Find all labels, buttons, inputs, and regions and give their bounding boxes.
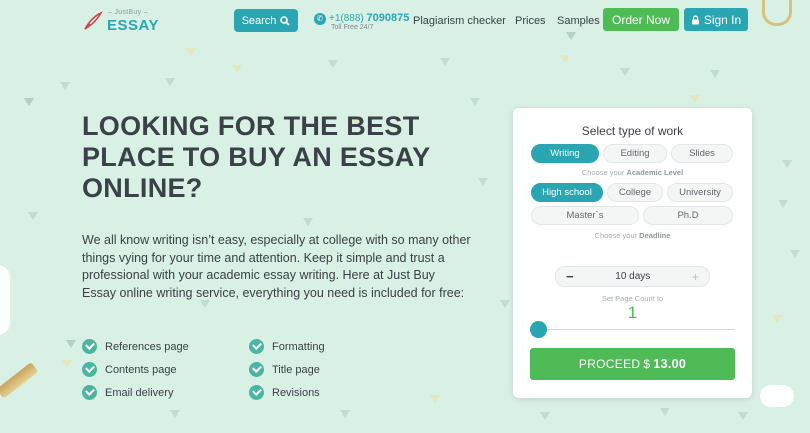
nav-plagiarism-checker[interactable]: Plagiarism checker [413,15,506,27]
feature-item: References page [82,339,189,354]
page-count-slider-handle[interactable] [530,321,547,338]
feature-item: Revisions [249,385,320,400]
feature-item: Email delivery [82,385,173,400]
level-high-school[interactable]: High school [531,183,603,202]
academic-level-hint: Choose your Academic Level [581,168,684,177]
feature-label: References page [105,340,189,353]
work-type-slides[interactable]: Slides [671,144,733,163]
nav-prices[interactable]: Prices [515,15,546,27]
check-icon [82,339,97,354]
nav-samples[interactable]: Samples [557,15,600,27]
phone-number: +1(888) 7090875 [329,12,410,24]
feature-label: Title page [272,363,320,376]
check-icon [82,385,97,400]
feature-label: Revisions [272,386,320,399]
site-logo[interactable]: – JustBuy – ESSAY [82,8,158,36]
logo-tagline: – JustBuy – [108,9,148,16]
feature-label: Formatting [272,340,325,353]
search-icon [280,15,291,26]
check-icon [249,362,264,377]
check-icon [249,385,264,400]
order-calculator-card: Select type of work Writing Editing Slid… [513,108,752,398]
level-phd[interactable]: Ph.D [643,206,733,225]
feature-label: Contents page [105,363,177,376]
page-count-value: 1 [627,303,638,322]
price-value: 13.00 [653,357,687,371]
deadline-hint: Choose your Deadline [594,231,671,240]
logo-text: ESSAY [107,17,159,34]
level-college[interactable]: College [607,183,663,202]
deadline-increase-button[interactable]: + [692,270,699,284]
sign-in-label: Sign In [703,12,742,27]
currency-symbol: $ [643,357,651,371]
check-icon [82,362,97,377]
toll-free-note: Toll Free 24/7 [331,24,374,31]
level-university[interactable]: University [667,183,733,202]
page-count-slider[interactable] [537,329,735,330]
sign-in-button[interactable]: Sign In [684,8,748,31]
order-now-button[interactable]: Order Now [603,8,679,31]
work-type-writing[interactable]: Writing [531,144,599,163]
search-button-label: Search [241,14,277,27]
phone-icon: ✆ [314,13,326,25]
card-title: Select type of work [581,124,684,138]
quill-icon [84,11,103,30]
proceed-label: PROCEED [578,357,641,371]
deadline-decrease-button[interactable]: − [566,269,574,284]
feature-item: Formatting [249,339,325,354]
lock-icon [691,14,699,24]
level-masters[interactable]: Master`s [531,206,639,225]
feature-label: Email delivery [105,386,174,399]
deadline-value: 10 days [615,271,651,282]
hero-title: LOOKING FOR THE BEST PLACE TO BUY AN ESS… [82,111,430,203]
proceed-button[interactable]: PROCEED $13.00 [530,348,735,380]
deadline-stepper: − 10 days + [555,266,710,287]
feature-item: Contents page [82,362,177,377]
site-header: – JustBuy – ESSAY Search ✆ +1(888) 70908… [0,0,810,40]
check-icon [249,339,264,354]
search-button[interactable]: Search [234,9,298,32]
hero-description: We all know writing isn’t easy, especial… [82,233,471,300]
work-type-editing[interactable]: Editing [603,144,667,163]
page-count-label: Set Page Count to [601,294,664,303]
feature-item: Title page [249,362,320,377]
